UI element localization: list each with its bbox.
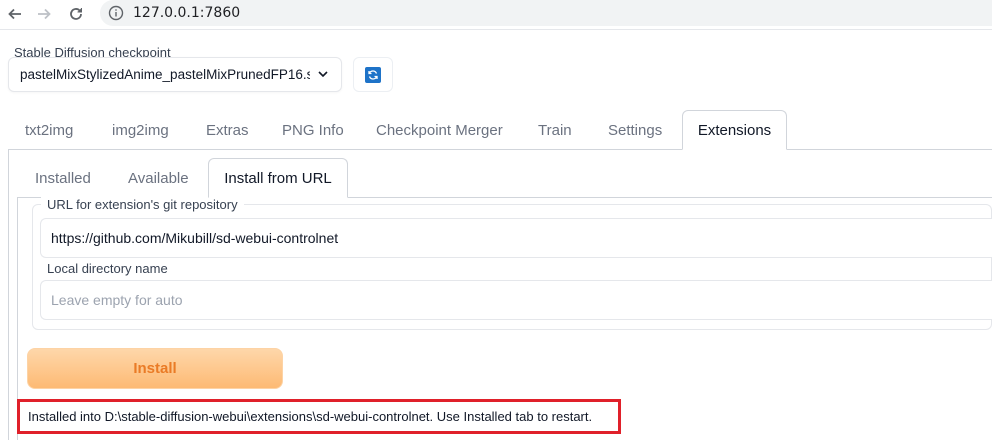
git-url-input[interactable]: https://github.com/Mikubill/sd-webui-con… (40, 218, 992, 258)
tab-checkpoint-merger[interactable]: Checkpoint Merger (376, 110, 503, 150)
browser-toolbar: 127.0.0.1:7860 (0, 0, 992, 30)
tab-settings[interactable]: Settings (608, 110, 662, 150)
reload-icon[interactable] (65, 3, 87, 25)
url-text: 127.0.0.1:7860 (133, 5, 241, 21)
refresh-icon (365, 66, 381, 83)
main-tab-bar: txt2img img2img Extras PNG Info Checkpoi… (8, 110, 992, 150)
subtab-available[interactable]: Available (128, 158, 189, 198)
local-dir-placeholder: Leave empty for auto (51, 292, 183, 308)
checkpoint-dropdown[interactable]: pastelMixStylizedAnime_pastelMixPrunedFP… (8, 57, 342, 92)
tab-img2img[interactable]: img2img (112, 110, 169, 150)
local-dir-input[interactable]: Leave empty for auto (40, 280, 992, 320)
chevron-down-icon (317, 68, 329, 80)
install-button[interactable]: Install (27, 348, 283, 389)
tab-train[interactable]: Train (538, 110, 572, 150)
refresh-checkpoint-button[interactable] (353, 57, 393, 92)
checkpoint-value: pastelMixStylizedAnime_pastelMixPrunedFP… (20, 67, 310, 82)
git-url-label: URL for extension's git repository (41, 197, 244, 212)
install-result-text: Installed into D:\stable-diffusion-webui… (28, 409, 593, 424)
local-dir-label: Local directory name (47, 261, 168, 276)
tab-png-info[interactable]: PNG Info (282, 110, 344, 150)
tab-txt2img[interactable]: txt2img (25, 110, 73, 150)
tab-extras[interactable]: Extras (206, 110, 249, 150)
subtab-installed[interactable]: Installed (35, 158, 91, 198)
forward-arrow-icon[interactable] (33, 3, 55, 25)
back-arrow-icon[interactable] (4, 3, 26, 25)
tab-extensions[interactable]: Extensions (682, 110, 787, 150)
address-bar[interactable]: 127.0.0.1:7860 (100, 0, 992, 26)
install-result-highlight: Installed into D:\stable-diffusion-webui… (17, 399, 621, 434)
info-icon[interactable] (108, 5, 124, 21)
subtab-install-from-url[interactable]: Install from URL (208, 158, 348, 198)
